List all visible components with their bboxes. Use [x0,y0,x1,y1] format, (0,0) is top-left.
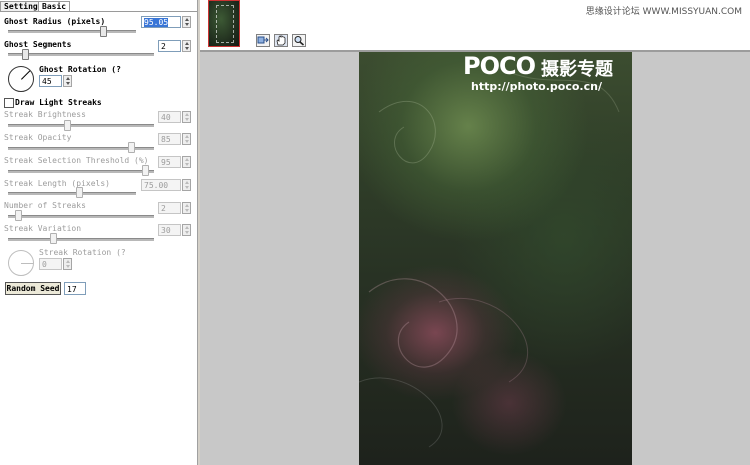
streak-threshold-label: Streak Selection Threshold (%) [4,156,149,165]
hand-icon [276,35,286,46]
ghost-rotation-spinner[interactable] [63,75,72,87]
ghost-radius-spinner[interactable] [182,16,191,28]
ghost-streaks [359,71,620,448]
ghost-radius-track [8,30,136,33]
ghost-segments-input[interactable]: 2 [158,40,181,52]
streak-variation-input[interactable]: 30 [158,224,181,236]
magnifier-icon [294,36,305,46]
streak-count-slider[interactable] [15,210,23,221]
streak-count-spinner[interactable] [182,202,191,214]
streak-length-label: Streak Length (pixels) [4,179,110,188]
zoom-fit-button[interactable] [256,34,270,47]
hand-tool-button[interactable] [274,34,288,47]
preview-image[interactable]: POCO 摄影专题 http://photo.poco.cn/ [359,52,632,465]
streak-opacity-label: Streak Opacity [4,133,72,142]
poco-logo-tagline: 摄影专题 [541,59,613,80]
streak-brightness-track [8,124,154,127]
streak-opacity-slider[interactable] [127,142,135,153]
streak-rotation-input[interactable]: 0 [39,258,62,270]
site-watermark: 思缘设计论坛 WWW.MISSYUAN.COM [585,7,742,17]
streak-brightness-spinner[interactable] [182,111,191,123]
streak-brightness-label: Streak Brightness [4,110,86,119]
streak-variation-spinner[interactable] [182,224,191,236]
streak-length-slider[interactable] [75,187,83,198]
ghost-radius-label: Ghost Radius (pixels) [4,17,106,26]
streak-threshold-spinner[interactable] [182,156,191,168]
tab-divider [0,11,197,12]
streak-brightness-slider[interactable] [64,120,72,131]
random-seed-button[interactable]: Random Seed [5,282,61,295]
ghost-radius-slider[interactable] [100,26,108,37]
streak-opacity-spinner[interactable] [182,133,191,145]
navigator-thumbnail[interactable] [208,0,240,47]
streak-length-track [8,192,136,195]
draw-light-streaks-checkbox[interactable] [4,98,14,108]
streak-variation-slider[interactable] [50,233,58,244]
settings-panel: Settings Basic Ghost Radius (pixels) 95.… [0,0,197,465]
ghost-segments-spinner[interactable] [182,40,191,52]
viewport-marker[interactable] [216,5,234,43]
streak-count-input[interactable]: 2 [158,202,181,214]
ghost-segments-track [8,53,154,56]
streak-threshold-track [8,170,154,173]
streak-rotation-dial[interactable] [8,250,34,276]
ghost-rotation-label: Ghost Rotation (? [39,65,121,74]
ghost-rotation-dial[interactable] [8,66,34,92]
ghost-radius-input[interactable]: 95.05 [141,16,181,28]
draw-light-streaks-label: Draw Light Streaks [15,98,102,107]
streak-variation-label: Streak Variation [4,224,82,233]
ghost-rotation-input[interactable]: 45 [39,75,62,87]
streak-opacity-input[interactable]: 85 [158,133,181,145]
streak-threshold-input[interactable]: 95 [158,156,181,168]
poco-logo-brand: POCO [463,52,536,80]
streak-brightness-input[interactable]: 40 [158,111,181,123]
ghost-rotation-needle [21,70,31,80]
streak-rotation-needle [21,263,33,264]
streak-length-spinner[interactable] [182,179,191,191]
random-seed-input[interactable]: 17 [64,282,86,295]
streak-length-input[interactable]: 75.00 [141,179,181,191]
streak-rotation-label: Streak Rotation (? [39,248,126,257]
zoom-fit-icon [257,36,269,44]
streak-threshold-slider[interactable] [141,165,149,176]
ghost-segments-label: Ghost Segments [4,40,72,49]
ghost-segments-slider[interactable] [22,49,30,60]
poco-logo-url: http://photo.poco.cn/ [471,80,602,93]
streak-rotation-spinner[interactable] [63,258,72,270]
streak-count-track [8,215,154,218]
zoom-tool-button[interactable] [292,34,306,47]
streak-variation-track [8,238,154,241]
streak-count-label: Number of Streaks [4,201,86,210]
